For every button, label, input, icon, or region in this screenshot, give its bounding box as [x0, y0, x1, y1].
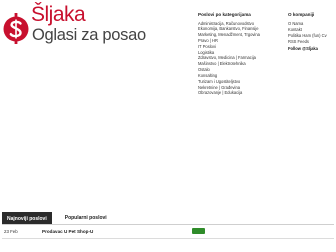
about-section: O kompaniji O Nama Kontakt Politika Ham … [288, 12, 334, 53]
job-title[interactable]: Prodavac U Pet Shop-U [42, 229, 93, 234]
job-tabs: Najnoviji poslovi Popularni poslovi [2, 212, 111, 224]
about-title: O kompaniji [288, 12, 315, 17]
row-divider [2, 238, 334, 239]
job-date: 23 Feb [4, 229, 18, 234]
job-row[interactable]: 23 Feb Prodavac U Pet Shop-U [2, 228, 334, 238]
brand-name: Šljaka [31, 3, 86, 26]
job-type-badge [192, 228, 205, 234]
site-logo[interactable]: Šljaka Oglasi za posao [3, 3, 188, 50]
about-link[interactable]: RSS Feeds [288, 39, 334, 45]
categories-title: Poslovi po kategorijama [198, 12, 251, 17]
about-list: O Nama Kontakt Politika Ham (fun) Cv RSS… [288, 21, 334, 53]
categories-section: Poslovi po kategorijama Administracija, … [198, 12, 284, 96]
follow-link[interactable]: Follow @Sljaka [288, 46, 334, 52]
category-link[interactable]: Obrazovanje | Edukacija [198, 90, 284, 96]
categories-list: Administracija, Računovodstvo Ekonomija,… [198, 21, 284, 97]
tabs-divider [2, 224, 334, 225]
tab-popular-jobs[interactable]: Popularni poslovi [60, 212, 111, 224]
tab-newest-jobs[interactable]: Najnoviji poslovi [2, 212, 52, 224]
dollar-s-mark-icon [3, 13, 29, 44]
brand-tagline: Oglasi za posao [32, 26, 146, 44]
